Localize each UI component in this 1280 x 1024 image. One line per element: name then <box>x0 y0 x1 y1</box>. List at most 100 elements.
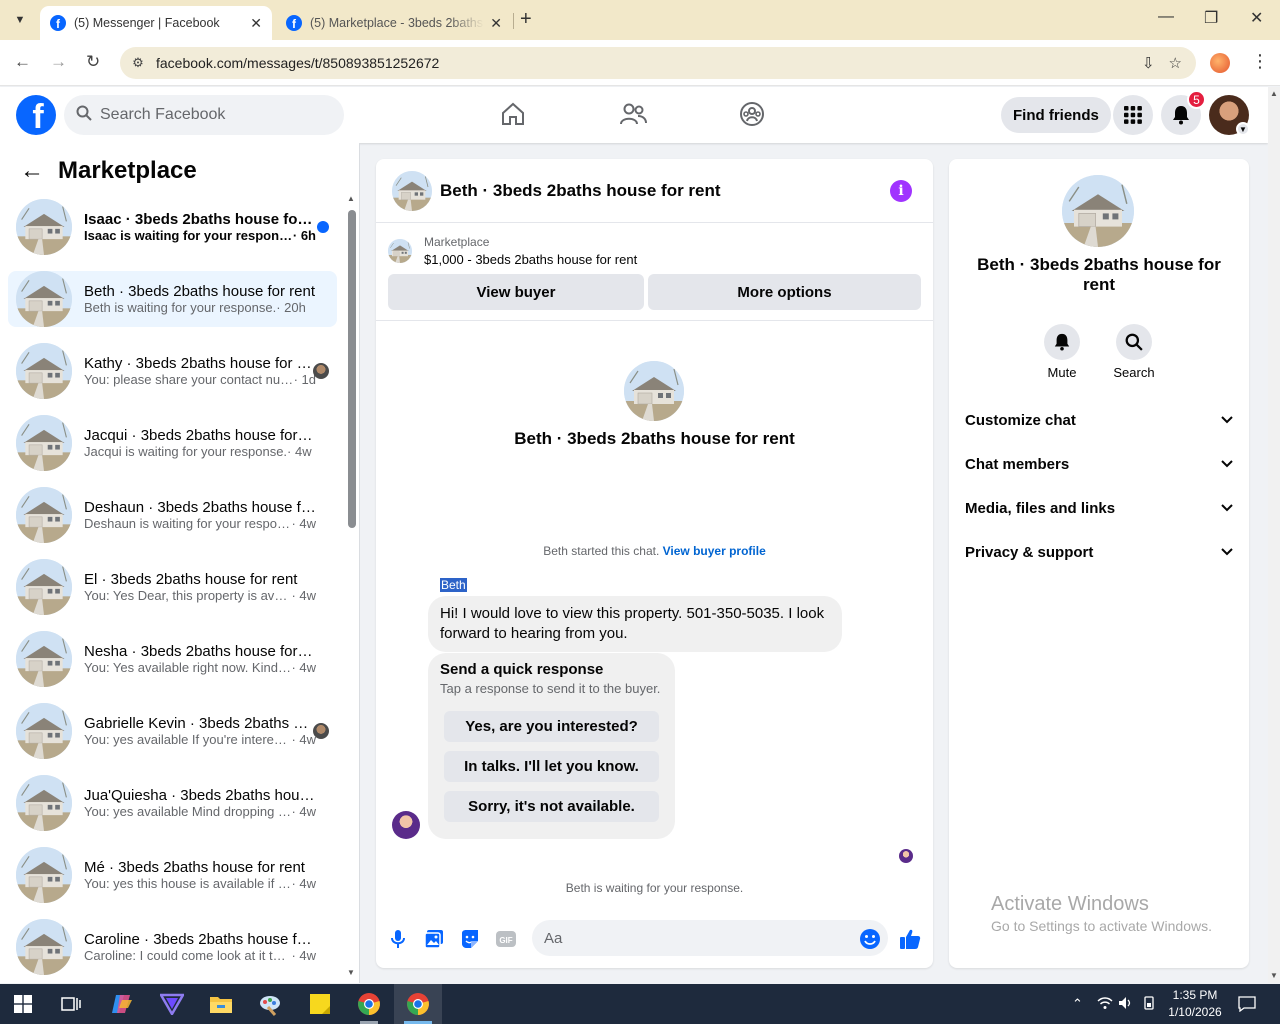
new-tab-icon[interactable]: + <box>520 8 532 31</box>
quick-response-button[interactable]: Sorry, it's not available. <box>444 791 659 822</box>
forward-icon[interactable]: → <box>50 52 67 72</box>
preview-time: · 4w <box>291 804 316 819</box>
close-window-icon[interactable]: ✕ <box>1250 8 1263 28</box>
chat-members-row[interactable]: Chat members <box>965 446 1233 482</box>
sender-avatar[interactable] <box>392 811 420 839</box>
thumbs-up-icon[interactable] <box>898 927 922 951</box>
chat-title[interactable]: Beth · 3beds 2baths house for rent <box>440 181 721 201</box>
facebook-search[interactable] <box>64 95 344 135</box>
restore-icon[interactable]: ❐ <box>1204 8 1218 28</box>
scroll-up-icon[interactable]: ▲ <box>347 194 355 203</box>
media-files-links-row[interactable]: Media, files and links <box>965 490 1233 526</box>
notification-center-icon[interactable] <box>1238 996 1256 1015</box>
sticker-icon[interactable] <box>458 927 482 951</box>
scroll-down-icon[interactable]: ▼ <box>347 968 355 977</box>
scroll-down-icon[interactable]: ▼ <box>1270 971 1278 980</box>
search-label: Search <box>1113 365 1155 380</box>
volume-icon[interactable] <box>1118 996 1134 1013</box>
scroll-up-icon[interactable]: ▲ <box>1270 89 1278 98</box>
wifi-icon[interactable] <box>1097 996 1113 1013</box>
conversation-item[interactable]: Deshaun · 3beds 2baths house for rentDes… <box>8 487 337 543</box>
listing-thumbnail[interactable] <box>392 170 432 211</box>
install-app-icon[interactable]: ⇩ <box>1142 54 1155 72</box>
bookmark-star-icon[interactable]: ☆ <box>1169 54 1182 72</box>
intro-title: Beth · 3beds 2baths house for rent <box>514 429 795 448</box>
groups-icon[interactable] <box>737 99 767 129</box>
clock-date: 1/10/2026 <box>1168 1005 1222 1019</box>
incoming-message[interactable]: Hi! I would love to view this property. … <box>428 596 842 652</box>
battery-icon[interactable] <box>1142 996 1158 1013</box>
quick-response-button[interactable]: Yes, are you interested? <box>444 711 659 742</box>
chevron-down-icon[interactable]: ▼ <box>1236 122 1250 136</box>
task-view-icon[interactable] <box>57 990 85 1018</box>
conversation-item[interactable]: Kathy · 3beds 2baths house for rent You: … <box>8 343 337 399</box>
conversation-item[interactable]: Jua'Quiesha · 3beds 2baths house for ren… <box>8 775 337 831</box>
copilot-icon[interactable] <box>108 990 136 1018</box>
proton-vpn-icon[interactable] <box>158 990 186 1018</box>
menu-grid-icon[interactable] <box>1113 95 1153 135</box>
view-buyer-button[interactable]: View buyer <box>388 274 644 310</box>
close-tab-icon[interactable]: ✕ <box>490 15 502 32</box>
bell-icon[interactable] <box>1044 324 1080 360</box>
emoji-icon[interactable] <box>858 927 882 951</box>
chrome-icon[interactable] <box>355 990 383 1018</box>
search-input[interactable] <box>100 106 320 124</box>
show-hidden-icons-icon[interactable]: ⌃ <box>1072 996 1083 1012</box>
back-arrow-icon[interactable]: ← <box>20 157 44 185</box>
friends-icon[interactable] <box>618 99 648 129</box>
back-icon[interactable]: ← <box>14 52 31 72</box>
privacy-support-row[interactable]: Privacy & support <box>965 534 1233 570</box>
preview-time: · 4w <box>291 876 316 891</box>
conversation-item[interactable]: Isaac · 3beds 2baths house for rent Isaac… <box>8 199 337 255</box>
windows-start-icon[interactable] <box>9 990 37 1018</box>
view-buyer-profile-link[interactable]: View buyer profile <box>663 544 766 558</box>
message-input[interactable] <box>532 920 888 956</box>
info-icon[interactable]: i <box>890 180 912 202</box>
tab-search-chevron-icon[interactable]: ▼ <box>6 7 34 33</box>
details-listing-thumbnail[interactable] <box>1062 175 1134 247</box>
address-bar[interactable]: ⚙ facebook.com/messages/t/85089385125267… <box>120 47 1196 79</box>
conversation-item[interactable]: Caroline · 3beds 2baths house for rent Ca… <box>8 919 337 975</box>
microphone-icon[interactable] <box>386 927 410 951</box>
preview-time: · 4w <box>287 444 312 459</box>
sidebar-scrollbar[interactable]: ▲ ▼ <box>347 194 356 978</box>
paint-icon[interactable] <box>256 990 284 1018</box>
chrome-profile-icon[interactable] <box>404 990 432 1018</box>
sticky-notes-icon[interactable] <box>306 990 334 1018</box>
file-explorer-icon[interactable] <box>207 990 235 1018</box>
url-text[interactable]: facebook.com/messages/t/850893851252672 <box>156 55 1142 71</box>
conversation-item[interactable]: Jacqui · 3beds 2baths house for rent Jacq… <box>8 415 337 471</box>
search-icon[interactable] <box>1116 324 1152 360</box>
browser-menu-icon[interactable]: ⋮ <box>1251 51 1269 72</box>
conversation-item[interactable]: Mé · 3beds 2baths house for rent You: yes… <box>8 847 337 903</box>
reload-icon[interactable]: ↻ <box>86 52 100 72</box>
facebook-logo-icon[interactable]: f <box>16 95 56 135</box>
close-tab-icon[interactable]: ✕ <box>250 15 262 32</box>
site-info-icon[interactable]: ⚙ <box>120 55 156 71</box>
conversation-item[interactable]: Beth · 3beds 2baths house for rent Beth i… <box>8 271 337 327</box>
customize-chat-row[interactable]: Customize chat <box>965 402 1233 438</box>
search-in-chat-button[interactable]: Search <box>1104 324 1164 380</box>
more-options-button[interactable]: More options <box>648 274 921 310</box>
listing-summary[interactable]: Marketplace $1,000 - 3beds 2baths house … <box>388 235 637 267</box>
scrollbar-thumb[interactable] <box>348 210 356 528</box>
tab-marketplace[interactable]: f (5) Marketplace - 3beds 2baths ✕ <box>276 6 512 40</box>
tab-messenger[interactable]: f (5) Messenger | Facebook ✕ <box>40 6 272 40</box>
page-scrollbar[interactable]: ▲ ▼ <box>1268 87 1280 983</box>
photo-attach-icon[interactable] <box>422 927 446 951</box>
conversation-preview: Deshaun is waiting for your response. · … <box>84 516 316 531</box>
conversation-preview: You: Yes Dear, this property is availabl… <box>84 588 316 603</box>
home-icon[interactable] <box>498 99 528 129</box>
system-clock[interactable]: 1:35 PM 1/10/2026 <box>1164 987 1226 1021</box>
minimize-icon[interactable]: — <box>1158 8 1174 26</box>
find-friends-button[interactable]: Find friends <box>1001 97 1111 133</box>
mute-button[interactable]: Mute <box>1032 324 1092 380</box>
conversation-item[interactable]: Nesha · 3beds 2baths house for rent You: … <box>8 631 337 687</box>
quick-response-button[interactable]: In talks. I'll let you know. <box>444 751 659 782</box>
conversation-item[interactable]: Gabrielle Kevin · 3beds 2baths house for… <box>8 703 337 759</box>
gif-icon[interactable]: GIF <box>494 927 518 951</box>
extension-icon[interactable] <box>1210 53 1230 73</box>
conversation-name: Isaac · 3beds 2baths house for rent <box>84 211 316 228</box>
watermark-line2: Go to Settings to activate Windows. <box>991 918 1212 934</box>
conversation-item[interactable]: El · 3beds 2baths house for rent You: Yes… <box>8 559 337 615</box>
